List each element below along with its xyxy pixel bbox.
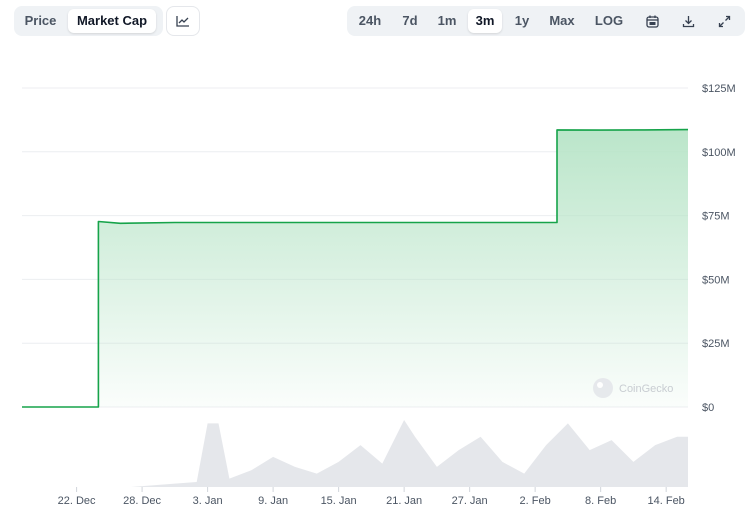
range-3m-button[interactable]: 3m <box>468 9 502 33</box>
download-icon <box>682 15 694 27</box>
market-cap-fill <box>22 129 688 407</box>
y-tick-label: $25M <box>702 338 730 350</box>
log-scale-toggle[interactable]: LOG <box>591 9 627 33</box>
range-24h-button[interactable]: 24h <box>355 9 385 33</box>
chart-type-button[interactable] <box>166 6 200 36</box>
x-tick-label: 22. Dec <box>58 495 96 507</box>
y-tick-label: $75M <box>702 211 730 223</box>
y-tick-label: $100M <box>702 147 736 159</box>
y-tick-label: $0 <box>702 402 714 414</box>
market-cap-area <box>22 129 688 407</box>
tab-price[interactable]: Price <box>18 9 63 33</box>
x-tick-label: 28. Dec <box>123 495 161 507</box>
market-cap-chart: $0 $25M $50M $75M $100M $125M 22. Dec 28. Dec 3… <box>22 83 736 507</box>
x-tick-label: 14. Feb <box>648 495 685 507</box>
x-tick-label: 9. Jan <box>258 495 288 507</box>
x-tick-label: 3. Jan <box>193 495 223 507</box>
volume-area <box>22 420 688 487</box>
range-max-button[interactable]: Max <box>545 9 579 33</box>
x-tick-label: 8. Feb <box>585 495 616 507</box>
y-tick-label: $125M <box>702 83 736 95</box>
view-toggle: Price Market Cap <box>14 6 163 36</box>
expand-button[interactable] <box>713 9 735 33</box>
range-selector: 24h 7d 1m 3m 1y Max LOG <box>347 6 745 36</box>
expand-icon <box>718 15 730 27</box>
x-tick-label: 2. Feb <box>520 495 551 507</box>
line-chart-icon <box>176 16 189 27</box>
range-7d-button[interactable]: 7d <box>397 9 423 33</box>
x-tick-label: 27. Jan <box>452 495 488 507</box>
tab-market-cap[interactable]: Market Cap <box>68 9 156 33</box>
volume-shape <box>22 420 688 487</box>
range-1m-button[interactable]: 1m <box>433 9 461 33</box>
watermark-text: CoinGecko <box>619 383 673 395</box>
x-tick-label: 21. Jan <box>386 495 422 507</box>
y-tick-label: $50M <box>702 274 730 286</box>
y-axis: $0 $25M $50M $75M $100M $125M <box>702 83 736 414</box>
x-axis: 22. Dec 28. Dec 3. Jan 9. Jan 15. Jan 21. Jan… <box>58 487 685 507</box>
calendar-button[interactable] <box>641 9 663 33</box>
x-tick-label: 15. Jan <box>321 495 357 507</box>
coingecko-logo-eye <box>597 382 603 388</box>
chart-toolbar: Price Market Cap 24h 7d 1m 3m 1y Max LOG <box>0 6 750 38</box>
calendar-icon <box>645 15 659 28</box>
coingecko-logo-icon <box>593 378 613 398</box>
range-1y-button[interactable]: 1y <box>509 9 535 33</box>
download-button[interactable] <box>677 9 699 33</box>
